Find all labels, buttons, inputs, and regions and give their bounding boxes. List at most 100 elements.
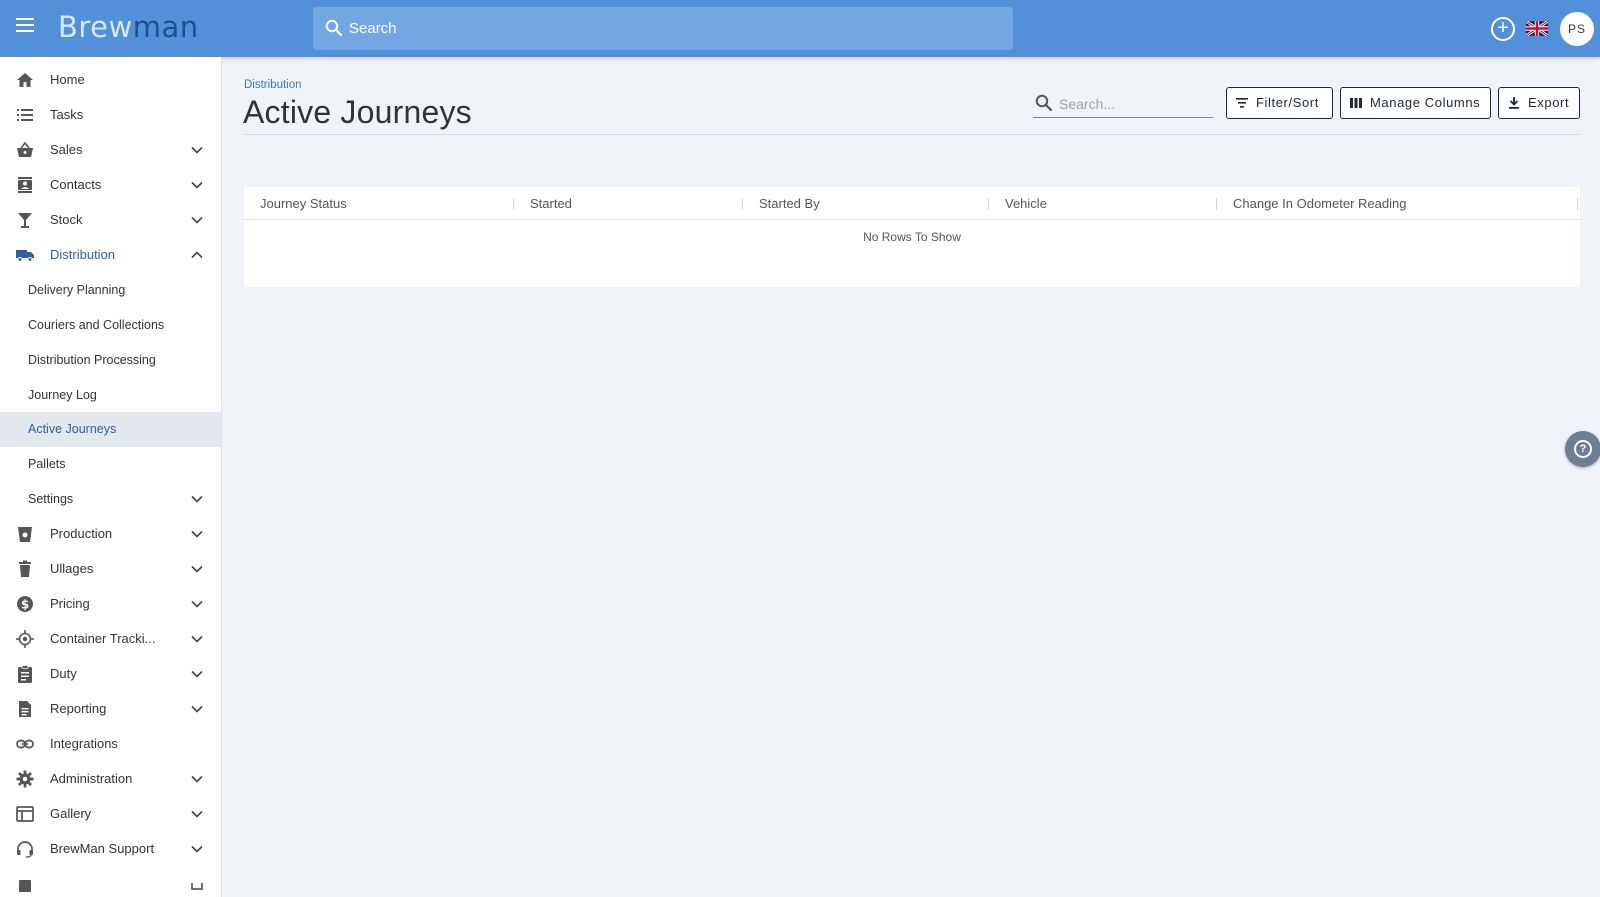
sidebar-item-label: Integrations [50, 736, 118, 751]
sidebar-item-label: Gallery [50, 806, 92, 821]
search-icon [1035, 94, 1053, 112]
truck-icon [16, 250, 34, 262]
sidebar-item-label: Production [50, 526, 113, 541]
clipboard-icon [18, 665, 32, 683]
menu-icon[interactable] [16, 18, 34, 32]
sidebar-subitem-delivery-planning[interactable]: Delivery Planning [0, 273, 221, 308]
column-resize-handle[interactable] [988, 198, 989, 210]
sidebar-item-label: Duty [50, 666, 77, 681]
sidebar-item-sales[interactable]: Sales [0, 133, 221, 168]
sidebar-subitem-journey-log[interactable]: Journey Log [0, 378, 221, 413]
manage-columns-button[interactable]: Manage Columns [1340, 87, 1491, 119]
sidebar-subitem-label: Distribution Processing [28, 353, 156, 367]
columns-icon [1350, 98, 1362, 108]
sidebar-item-label: Stock [50, 212, 83, 227]
gallery-icon [16, 806, 34, 822]
grid-header: Journey Status Started Started By Vehicl… [244, 187, 1580, 220]
download-icon [1509, 97, 1519, 109]
sidebar-item-administration[interactable]: Administration [0, 762, 221, 797]
column-resize-handle[interactable] [513, 198, 514, 210]
filter-sort-label: Filter/Sort [1256, 95, 1319, 110]
help-icon: ? [1574, 440, 1592, 458]
sidebar-item-label: Ullages [50, 561, 94, 576]
grid-empty-message: No Rows To Show [863, 230, 961, 244]
chevron-down-icon [191, 565, 203, 573]
global-search[interactable] [313, 7, 1013, 50]
sidebar-item-label: Tasks [50, 107, 84, 122]
chevron-up-icon [191, 251, 203, 259]
uk-flag-icon[interactable] [1526, 21, 1548, 36]
column-resize-handle[interactable] [1216, 198, 1217, 210]
chevron-down-icon [191, 635, 203, 643]
basket-icon [17, 141, 33, 157]
filter-sort-button[interactable]: Filter/Sort [1226, 87, 1333, 119]
sidebar-subitem-couriers-collections[interactable]: Couriers and Collections [0, 308, 221, 343]
sidebar-item-label: Reporting [50, 701, 107, 716]
chevron-down-icon [191, 530, 203, 538]
filter-icon [1236, 98, 1248, 108]
target-icon [16, 630, 34, 648]
sidebar-subitem-active-journeys[interactable]: Active Journeys [0, 412, 221, 447]
user-avatar[interactable]: PS [1560, 12, 1594, 46]
column-header-started[interactable]: Started [530, 196, 572, 211]
sidebar-item-reporting[interactable]: Reporting [0, 692, 221, 727]
sidebar-item-stock[interactable]: Stock [0, 203, 221, 238]
page-title: Active Journeys [243, 94, 472, 130]
app-logo[interactable]: Brewman [58, 10, 199, 44]
chevron-down-icon [191, 705, 203, 713]
chevron-down-icon [191, 600, 203, 608]
column-header-vehicle[interactable]: Vehicle [1005, 196, 1047, 211]
sidebar-item-pricing[interactable]: $ Pricing [0, 587, 221, 622]
list-icon [17, 109, 33, 121]
home-icon [17, 73, 33, 87]
sidebar-item-tasks[interactable]: Tasks [0, 98, 221, 133]
document-icon [19, 701, 31, 717]
headset-icon [17, 841, 33, 858]
sidebar-subitem-distribution-processing[interactable]: Distribution Processing [0, 343, 221, 378]
column-resize-handle[interactable] [742, 198, 743, 210]
sidebar-subitem-pallets[interactable]: Pallets [0, 447, 221, 482]
sidebar-item-label: Distribution [50, 247, 116, 262]
global-search-input[interactable] [349, 7, 999, 50]
breadcrumb[interactable]: Distribution [244, 79, 302, 91]
sidebar-item-distribution[interactable]: Distribution [0, 238, 221, 273]
column-header-odometer-change[interactable]: Change In Odometer Reading [1233, 196, 1406, 211]
grid-search[interactable] [1033, 88, 1213, 118]
export-button[interactable]: Export [1498, 87, 1580, 119]
sidebar-item-ullages[interactable]: Ullages [0, 552, 221, 587]
search-icon [325, 19, 343, 37]
export-label: Export [1528, 95, 1570, 110]
sidebar-subitem-settings[interactable]: Settings [0, 482, 221, 517]
sidebar-subitem-label: Active Journeys [28, 422, 117, 436]
sidebar-subitem-label: Couriers and Collections [28, 318, 165, 332]
sidebar: Home Tasks Sales Contacts Stock Distribu… [0, 57, 222, 897]
chevron-down-icon [191, 495, 203, 503]
column-header-started-by[interactable]: Started By [759, 196, 820, 211]
column-resize-handle[interactable] [1577, 198, 1578, 210]
sidebar-subitem-label: Pallets [28, 457, 66, 471]
chevron-down-icon [191, 810, 203, 818]
title-divider [244, 134, 1580, 135]
help-button[interactable]: ? [1565, 431, 1600, 467]
add-button[interactable]: + [1491, 17, 1515, 41]
sidebar-item-contacts[interactable]: Contacts [0, 168, 221, 203]
sidebar-item-label: Pricing [50, 596, 90, 611]
sidebar-item-container-tracking[interactable]: Container Tracki... [0, 622, 221, 657]
sidebar-item-production[interactable]: Production [0, 517, 221, 552]
sidebar-item-gallery[interactable]: Gallery [0, 797, 221, 832]
sidebar-item-partial[interactable] [0, 867, 221, 897]
sidebar-item-label: Contacts [50, 177, 102, 192]
grid-search-input[interactable] [1059, 93, 1209, 115]
sidebar-subitem-label: Settings [28, 492, 74, 506]
column-header-journey-status[interactable]: Journey Status [260, 196, 347, 211]
sidebar-item-duty[interactable]: Duty [0, 657, 221, 692]
glass-icon [18, 213, 32, 228]
sidebar-item-home[interactable]: Home [0, 63, 221, 98]
sidebar-item-integrations[interactable]: Integrations [0, 727, 221, 762]
gear-icon [16, 770, 34, 788]
chevron-down-icon [191, 670, 203, 678]
dollar-icon: $ [17, 596, 33, 612]
partial-icon [19, 880, 31, 892]
sidebar-item-brewman-support[interactable]: BrewMan Support [0, 832, 221, 867]
sidebar-item-label: Sales [50, 142, 83, 157]
